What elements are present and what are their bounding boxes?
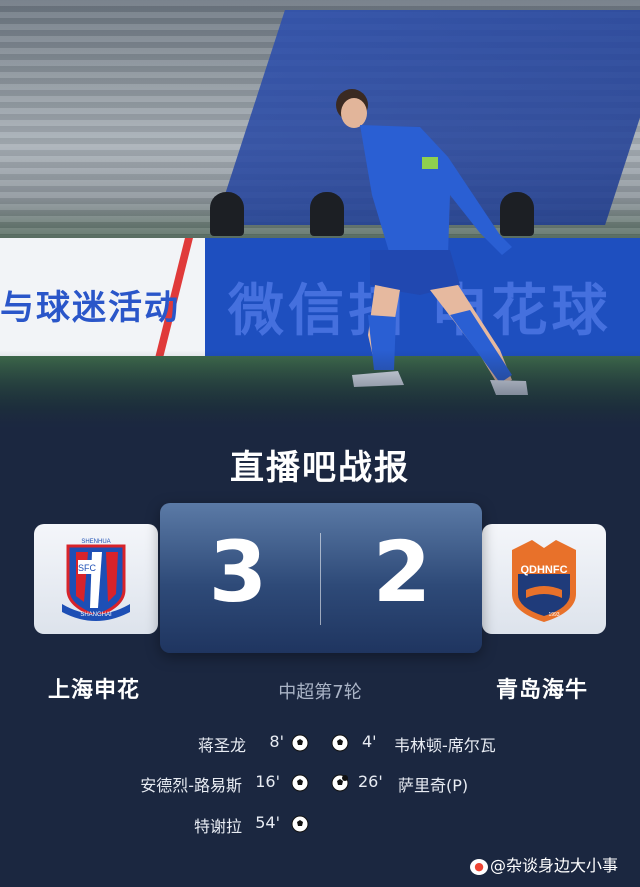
- away-team-logo-box: QDHNFC 1993: [482, 524, 606, 634]
- football-icon: [291, 815, 309, 833]
- weibo-icon: ●: [470, 858, 488, 875]
- hero-photo: 与球迷活动 微信扫 申花球: [0, 0, 640, 430]
- home-score: 3: [208, 523, 268, 621]
- brand-title-text: 直播吧战报: [230, 448, 410, 488]
- home-goal-minute: 54': [255, 813, 280, 832]
- away-team-name: 青岛海牛: [496, 678, 589, 703]
- home-goal-minute: 8': [269, 732, 284, 751]
- goal-row: 蒋圣龙 8' 4' 韦林顿-席尔瓦: [0, 732, 640, 758]
- brand-title: 直播吧战报: [0, 440, 640, 489]
- home-scorer: 特谢拉: [193, 817, 242, 836]
- football-icon: [291, 734, 309, 752]
- football-icon: [291, 774, 309, 792]
- shenhua-logo-top-text: SHENHUA: [81, 539, 110, 545]
- score-panel: 3 2: [160, 503, 482, 653]
- shenhua-logo-icon: SFC SHANGHAI SHENHUA: [62, 539, 130, 621]
- away-goal-minute: 26': [358, 772, 383, 791]
- ad-hoarding: 与球迷活动 微信扫 申花球: [0, 238, 640, 358]
- away-scorer: 韦林顿-席尔瓦: [394, 736, 496, 755]
- home-scorer: 安德烈-路易斯: [140, 776, 242, 795]
- away-score: 2: [372, 523, 432, 621]
- qdhn-logo-icon: QDHNFC 1993: [512, 540, 576, 622]
- score-divider: [320, 533, 321, 625]
- home-goal-minute: 16': [255, 772, 280, 791]
- watermark: ● @杂谈身边大小事: [470, 852, 618, 876]
- goal-row: 安德烈-路易斯 16' 26' 萨里奇(P): [0, 772, 640, 798]
- qdhn-logo-text: QDHNFC: [520, 564, 567, 576]
- penalty-ball-icon: [331, 774, 349, 792]
- football-icon: [331, 734, 349, 752]
- shenhua-logo-mark: SFC: [78, 563, 97, 573]
- watermark-text: @杂谈身边大小事: [490, 856, 619, 875]
- shenhua-logo-bottom-text: SHANGHAI: [80, 612, 112, 618]
- goal-row: 特谢拉 54': [0, 813, 640, 839]
- away-scorer: 萨里奇(P): [398, 776, 469, 795]
- home-team-logo-box: SFC SHANGHAI SHENHUA: [34, 524, 158, 634]
- qdhn-logo-year: 1993: [548, 612, 559, 618]
- home-scorer: 蒋圣龙: [197, 736, 246, 755]
- hoarding-left-text: 与球迷活动: [0, 288, 180, 328]
